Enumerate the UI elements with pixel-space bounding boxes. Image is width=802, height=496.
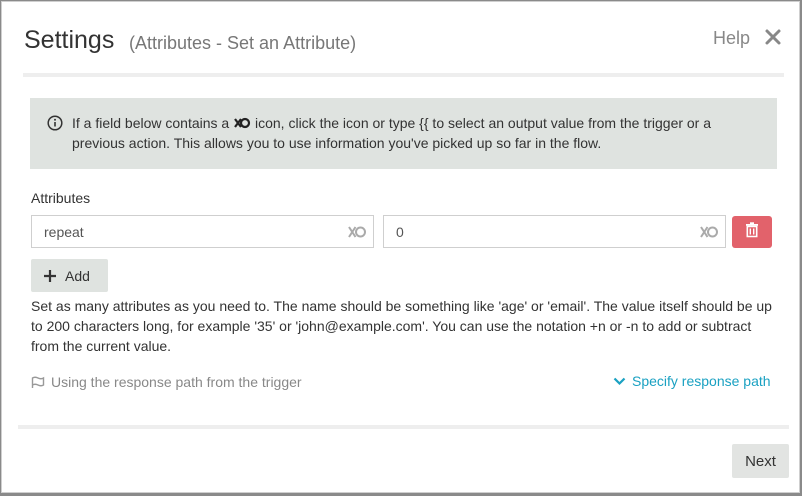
- attributes-description: Set as many attributes as you need to. T…: [31, 298, 772, 354]
- response-path-status: Using the response path from the trigger: [31, 374, 302, 390]
- attribute-value-field[interactable]: [383, 215, 726, 248]
- chevron-down-icon: [613, 377, 626, 385]
- output-value-icon[interactable]: [347, 224, 367, 240]
- output-value-icon: [233, 115, 251, 131]
- attribute-value-input[interactable]: [396, 216, 686, 247]
- close-icon[interactable]: [764, 28, 782, 46]
- help-link[interactable]: Help: [713, 28, 750, 49]
- flag-icon: [31, 376, 45, 388]
- settings-modal: Settings (Attributes - Set an Attribute)…: [1, 1, 800, 493]
- next-button[interactable]: Next: [732, 444, 789, 478]
- specify-response-path-label: Specify response path: [632, 373, 771, 389]
- info-box: If a field below contains a icon, click …: [30, 98, 777, 169]
- info-text: If a field below contains a icon, click …: [72, 113, 762, 153]
- trash-icon: [745, 221, 759, 243]
- response-path-text: Using the response path from the trigger: [51, 374, 302, 390]
- page-subtitle: (Attributes - Set an Attribute): [129, 33, 357, 53]
- header-divider: [23, 73, 784, 77]
- footer-divider: [18, 425, 789, 429]
- specify-response-path-link[interactable]: Specify response path: [613, 373, 771, 389]
- add-attribute-button[interactable]: Add: [31, 259, 108, 292]
- attributes-label: Attributes: [31, 190, 91, 206]
- attribute-name-field[interactable]: [31, 215, 374, 248]
- output-value-icon[interactable]: [699, 224, 719, 240]
- info-text-before: If a field below contains a: [72, 115, 234, 131]
- page-title: Settings: [24, 26, 115, 54]
- delete-attribute-button[interactable]: [732, 216, 772, 248]
- info-icon: [47, 115, 63, 131]
- add-label: Add: [65, 267, 90, 284]
- plus-icon: [44, 269, 56, 282]
- attribute-name-input[interactable]: [44, 216, 334, 247]
